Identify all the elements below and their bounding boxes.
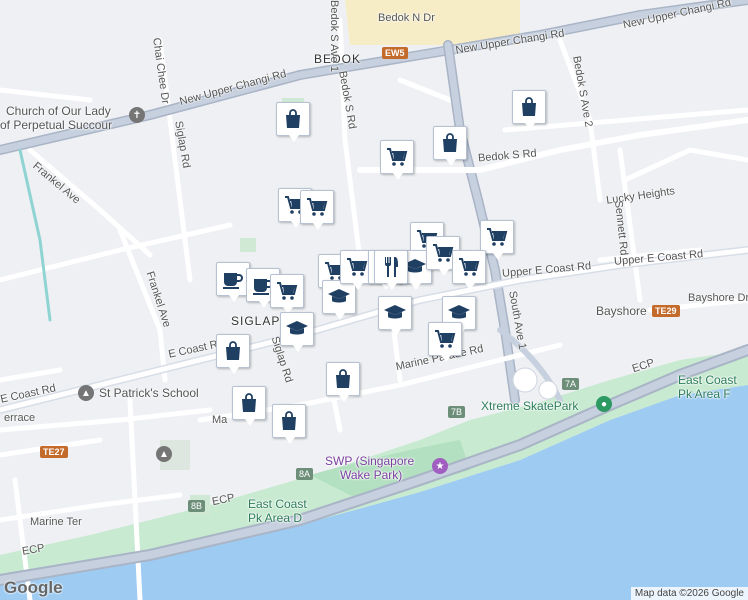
map-marker-coffee-cup[interactable] [216,262,250,302]
green-patch [240,238,256,252]
shopping-bag-icon [517,95,541,119]
shopping-cart-icon [485,225,509,249]
shopping-bag-icon [438,131,462,155]
map-marker-shopping-cart[interactable] [380,140,414,180]
school-pin-icon[interactable]: ▲ [156,446,172,462]
area-label-bayshore: Bayshore [596,304,647,318]
map-marker-graduation-cap[interactable] [280,312,314,352]
map-marker-graduation-cap[interactable] [322,280,356,320]
exit-badge: 8B [188,500,206,512]
shopping-cart-icon [385,145,409,169]
map-marker-shopping-cart[interactable] [300,190,334,230]
poi-label: Church of Our Lady [6,104,111,118]
area-label-siglap: SIGLAP [231,314,281,328]
map-marker-shopping-bag[interactable] [232,386,266,426]
map-marker-shopping-bag[interactable] [276,102,310,142]
poi-label: Wake Park) [340,468,403,482]
road-label: Ma [212,414,228,426]
graduation-cap-icon [285,317,309,341]
poi-label: St Patrick's School [99,386,199,400]
shopping-cart-icon [345,255,369,279]
graduation-cap-icon [383,301,407,325]
poi-label: Xtreme SkatePark [481,399,579,413]
shopping-bag-icon [237,391,261,415]
map-marker-shopping-bag[interactable] [326,362,360,402]
map-marker-shopping-cart[interactable] [270,274,304,314]
shopping-cart-icon [433,327,457,351]
map-marker-shopping-bag[interactable] [433,126,467,166]
shopping-bag-icon [221,339,245,363]
road-label-partial: errace [4,412,36,424]
coffee-cup-icon [221,267,245,291]
fork-knife-icon [379,255,403,279]
mrt-station-badge: EW5 [382,47,408,59]
map-marker-shopping-cart[interactable] [452,250,486,290]
shopping-bag-icon [331,367,355,391]
google-logo: Google [4,578,63,597]
road-label: Bedok S Ave 1 [328,0,340,72]
map-marker-shopping-cart[interactable] [480,220,514,260]
exit-badge: 7A [562,378,580,390]
map-attribution: Map data ©2026 Google [630,587,748,600]
park-label: East Coast [248,497,307,511]
poi-label: SWP (Singapore [325,454,415,468]
park-pin-icon[interactable]: ● [596,396,612,412]
exit-badge: 8A [296,468,314,480]
map-marker-fork-knife[interactable] [374,250,408,290]
map-marker-shopping-bag[interactable] [512,90,546,130]
mrt-station-badge: TE27 [40,446,68,458]
church-pin-icon[interactable]: ✝ [129,107,145,123]
attraction-pin-icon[interactable]: ★ [432,458,448,474]
map-base-layer [0,0,748,600]
map-marker-shopping-bag[interactable] [216,334,250,374]
shopping-bag-icon [281,107,305,131]
map-canvas[interactable]: Bedok N Dr New Upper Changi Rd New Upper… [0,0,748,600]
park-label: Pk Area F [678,387,731,401]
shopping-cart-icon [305,195,329,219]
park-label: East Coast [678,373,737,387]
shopping-cart-icon [457,255,481,279]
map-marker-graduation-cap[interactable] [378,296,412,336]
shopping-bag-icon [277,409,301,433]
road-label: Bedok N Dr [378,12,435,24]
road-label: Marine Ter [30,516,82,528]
park-label: Pk Area D [248,511,303,525]
school-pin-icon[interactable]: ▲ [78,385,94,401]
graduation-cap-icon [327,285,351,309]
map-marker-shopping-cart[interactable] [428,322,462,362]
poi-label: of Perpetual Succour [0,118,113,132]
road-label: Bayshore Dr [688,292,748,304]
mrt-station-badge: TE29 [652,305,680,317]
map-marker-shopping-bag[interactable] [272,404,306,444]
exit-badge: 7B [448,406,466,418]
shopping-cart-icon [275,279,299,303]
